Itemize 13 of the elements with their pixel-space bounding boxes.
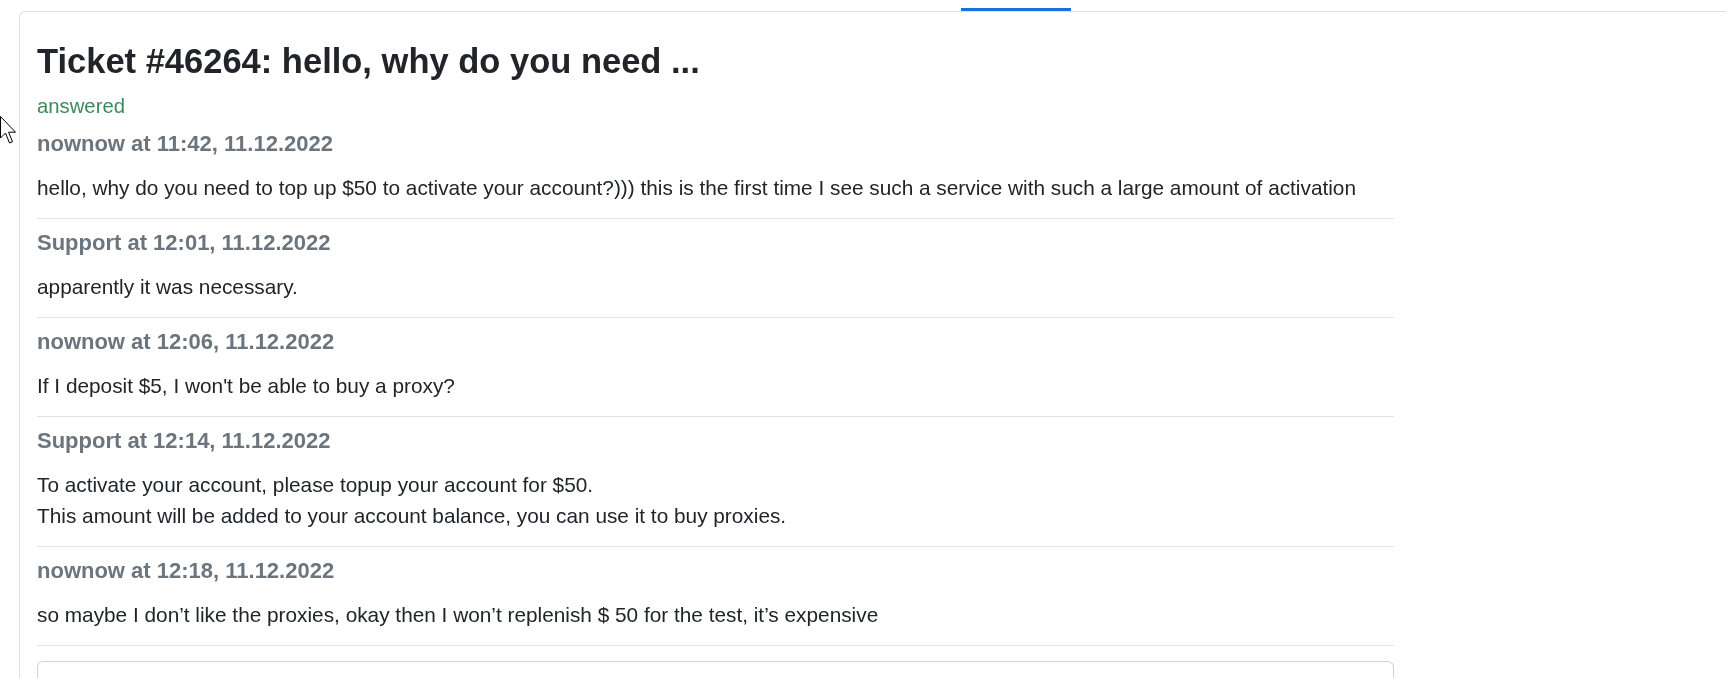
message-header: nownow at 11:42, 11.12.2022 xyxy=(37,130,333,158)
ticket-title: Ticket #46264: hello, why do you need ... xyxy=(37,41,700,81)
message-text: hello, why do you need to top up $50 to activate your account?))) this is the first time I see such a service with such a large amount of activation xyxy=(37,175,1356,201)
message-text: so maybe I don’t like the proxies, okay then I won’t replenish $ 50 for the test, it’s expensive xyxy=(37,602,879,628)
message-text: apparently it was necessary. xyxy=(37,274,298,300)
reply-field[interactable] xyxy=(37,661,1394,678)
message-header: nownow at 12:06, 11.12.2022 xyxy=(37,328,335,356)
message-header: Support at 12:01, 11.12.2022 xyxy=(37,229,331,257)
message-text: To activate your account, please topup your account for $50. This amount will be added to your account balance, you can use it to buy proxies. xyxy=(37,472,787,529)
ticket-status: answered xyxy=(37,94,125,119)
message-header: nownow at 12:18, 11.12.2022 xyxy=(37,557,335,585)
message-text: If I deposit $5, I won't be able to buy a proxy? xyxy=(37,373,455,399)
message-header: Support at 12:14, 11.12.2022 xyxy=(37,427,331,455)
